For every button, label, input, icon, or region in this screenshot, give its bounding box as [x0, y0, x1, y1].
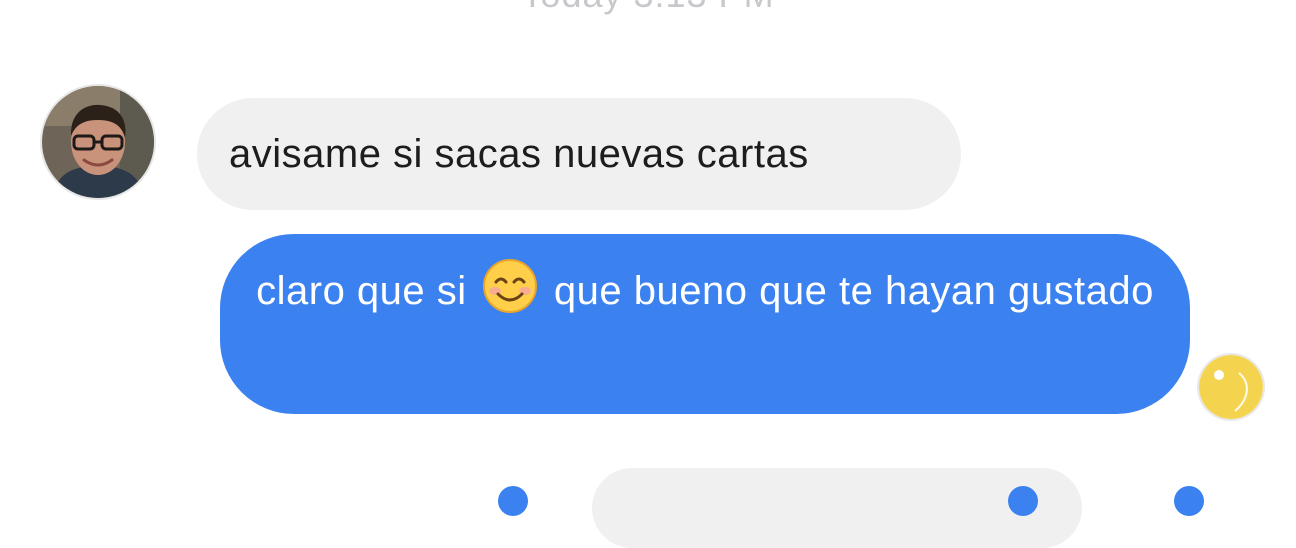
avatar-photo-icon — [42, 86, 154, 198]
tennis-ball-icon — [1199, 355, 1263, 419]
outgoing-message-bubble[interactable]: claro que si que bueno que te hayan gust… — [220, 234, 1190, 414]
conversation-timestamp: Today 3:13 PM — [0, 0, 1296, 16]
next-message-bubble-partial — [592, 468, 1082, 548]
contact-avatar[interactable] — [42, 86, 154, 198]
outgoing-message-text-start: claro que si — [256, 269, 467, 313]
incoming-message-text: avisame si sacas nuevas cartas — [229, 132, 809, 176]
outgoing-message-text-end: que bueno que te hayan gustado — [553, 269, 1154, 313]
next-message-icon-middle — [1008, 486, 1038, 516]
incoming-message-bubble[interactable]: avisame si sacas nuevas cartas — [197, 98, 961, 210]
read-receipt-avatar — [1199, 355, 1263, 419]
smiling-face-emoji-icon — [483, 259, 538, 313]
next-message-icon-left — [498, 486, 528, 516]
next-message-icon-right — [1174, 486, 1204, 516]
